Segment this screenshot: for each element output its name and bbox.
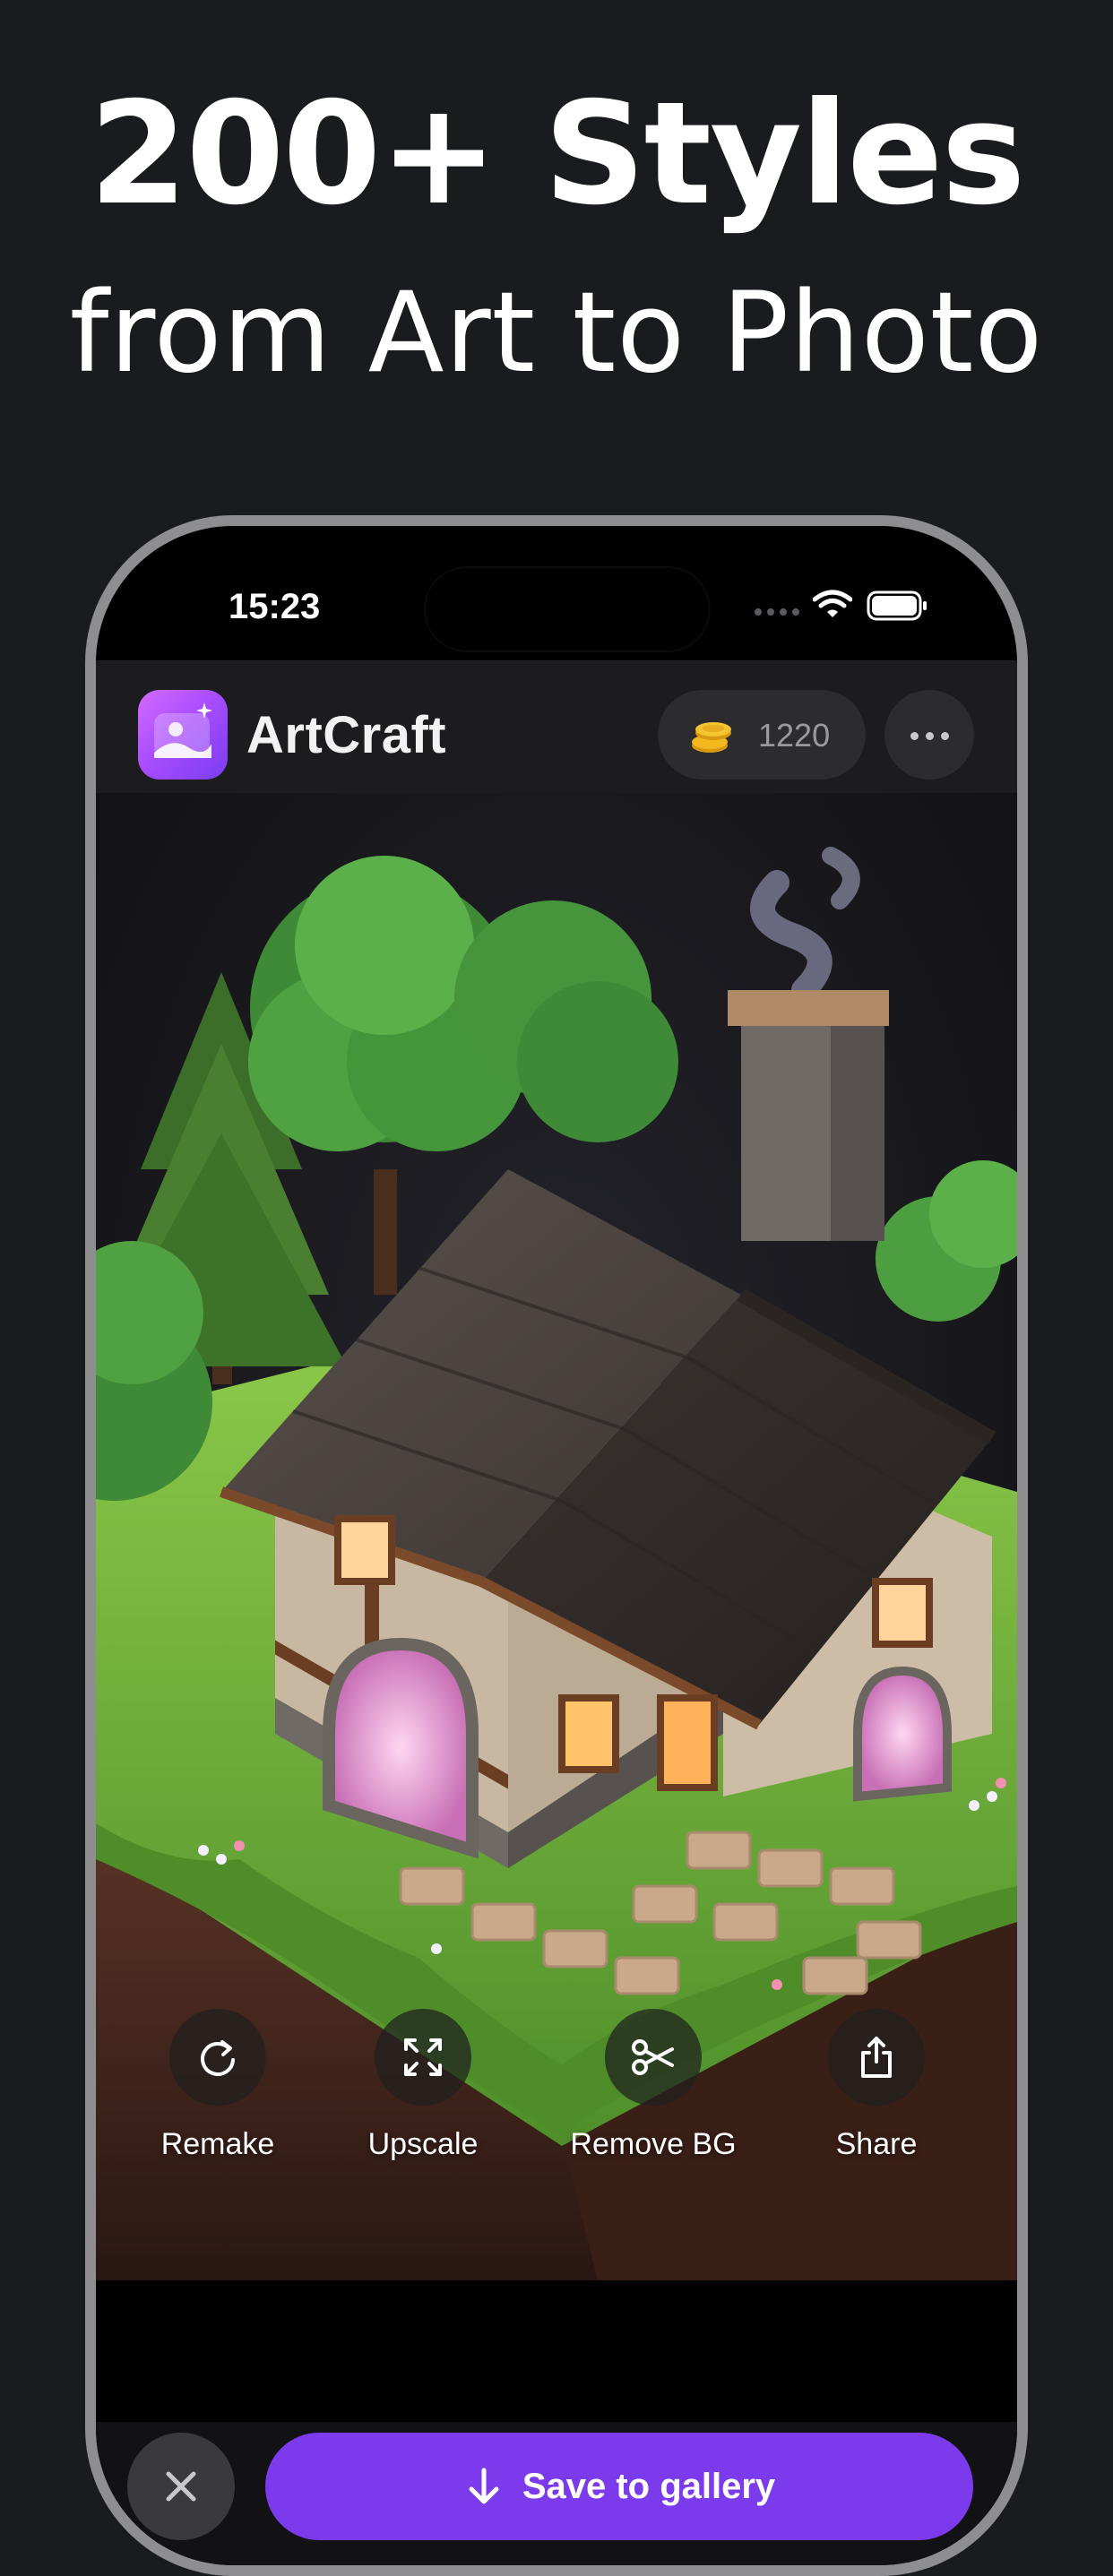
battery-icon <box>867 590 927 621</box>
status-bar: 15:23 <box>96 526 1017 660</box>
upscale-label: Upscale <box>367 2127 479 2161</box>
close-icon <box>166 2471 196 2502</box>
wifi-icon <box>813 590 852 617</box>
more-dot-icon <box>941 732 949 740</box>
headline-title: 200+ Styles <box>89 72 1026 237</box>
remake-action[interactable]: Remake <box>110 2009 325 2162</box>
remove-bg-action[interactable]: Remove BG <box>546 2009 761 2162</box>
cellular-signal-icon <box>755 608 799 616</box>
coins-stack-icon <box>692 722 731 753</box>
remove-bg-button[interactable] <box>605 2009 702 2106</box>
close-button[interactable] <box>127 2433 235 2540</box>
more-options-button[interactable] <box>884 690 974 780</box>
app-name: ArtCraft <box>246 706 447 764</box>
dynamic-island <box>426 568 709 650</box>
upscale-button[interactable] <box>375 2009 471 2106</box>
download-arrow-icon <box>469 2468 499 2504</box>
refresh-icon <box>201 2040 235 2076</box>
share-icon <box>861 2037 892 2078</box>
scissors-icon <box>632 2039 674 2075</box>
phone-screen: 15:23 ArtCraft 1220 Remake Upscale Remov… <box>96 526 1017 2565</box>
save-to-gallery-button[interactable]: Save to gallery <box>265 2433 973 2540</box>
more-dot-icon <box>910 732 919 740</box>
app-header: ArtCraft 1220 <box>96 660 1017 793</box>
remake-button[interactable] <box>169 2009 266 2106</box>
remake-label: Remake <box>160 2127 275 2161</box>
headline-subtitle: from Art to Photo <box>69 269 1044 398</box>
remove-bg-label: Remove BG <box>570 2127 737 2161</box>
save-to-gallery-label: Save to gallery <box>522 2466 776 2506</box>
image-actions-bar: Remake Upscale Remove BG Share <box>96 2009 1017 2188</box>
expand-icon <box>404 2038 442 2076</box>
coin-count: 1220 <box>758 717 831 754</box>
bottom-bar: Save to gallery <box>96 2422 1017 2565</box>
share-label: Share <box>835 2127 918 2161</box>
share-action[interactable]: Share <box>769 2009 984 2162</box>
phone-frame: 15:23 ArtCraft 1220 Remake Upscale Remov… <box>85 515 1028 2576</box>
upscale-action[interactable]: Upscale <box>315 2009 531 2162</box>
status-time: 15:23 <box>229 587 321 626</box>
share-button[interactable] <box>828 2009 925 2106</box>
coins-balance-button[interactable]: 1220 <box>658 690 866 780</box>
artcraft-logo-icon <box>138 690 228 780</box>
more-dot-icon <box>926 732 934 740</box>
